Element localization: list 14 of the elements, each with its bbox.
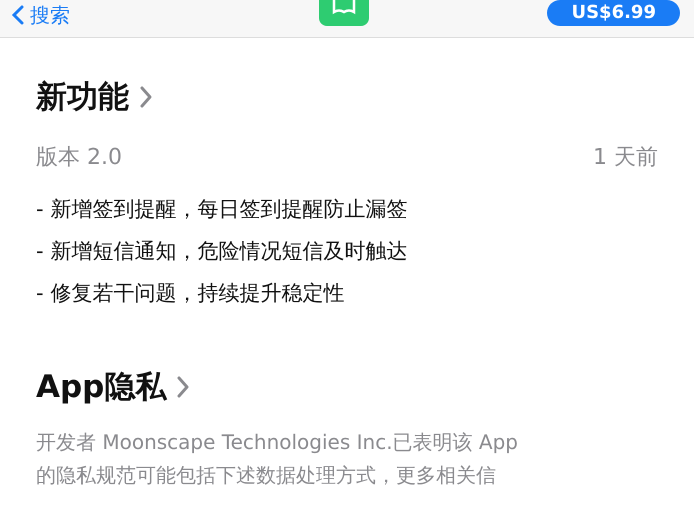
price-button[interactable]: US$6.99 (547, 0, 680, 26)
release-note: - 修复若干问题，持续提升稳定性 (36, 280, 346, 306)
privacy-text: 的隐私规范可能包括下述数据处理方式，更多相关信 (36, 462, 497, 489)
back-button[interactable]: 搜索 (12, 2, 70, 28)
section-title[interactable]: 新功能 (36, 74, 129, 120)
release-note: - 新增短信通知，危险情况短信及时触达 (36, 238, 408, 264)
chevron-icon (139, 85, 153, 110)
back-icon (12, 5, 24, 25)
chevron-icon (176, 374, 190, 399)
release-date: 1 天前 (593, 144, 658, 172)
privacy-text: 开发者 Moonscape Technologies Inc.已表明该 App (36, 429, 519, 456)
release-note: - 新增签到提醒，每日签到提醒防止漏签 (36, 196, 408, 222)
version-label: 版本 2.0 (36, 144, 122, 172)
section-title[interactable]: App隐私 (36, 364, 166, 410)
